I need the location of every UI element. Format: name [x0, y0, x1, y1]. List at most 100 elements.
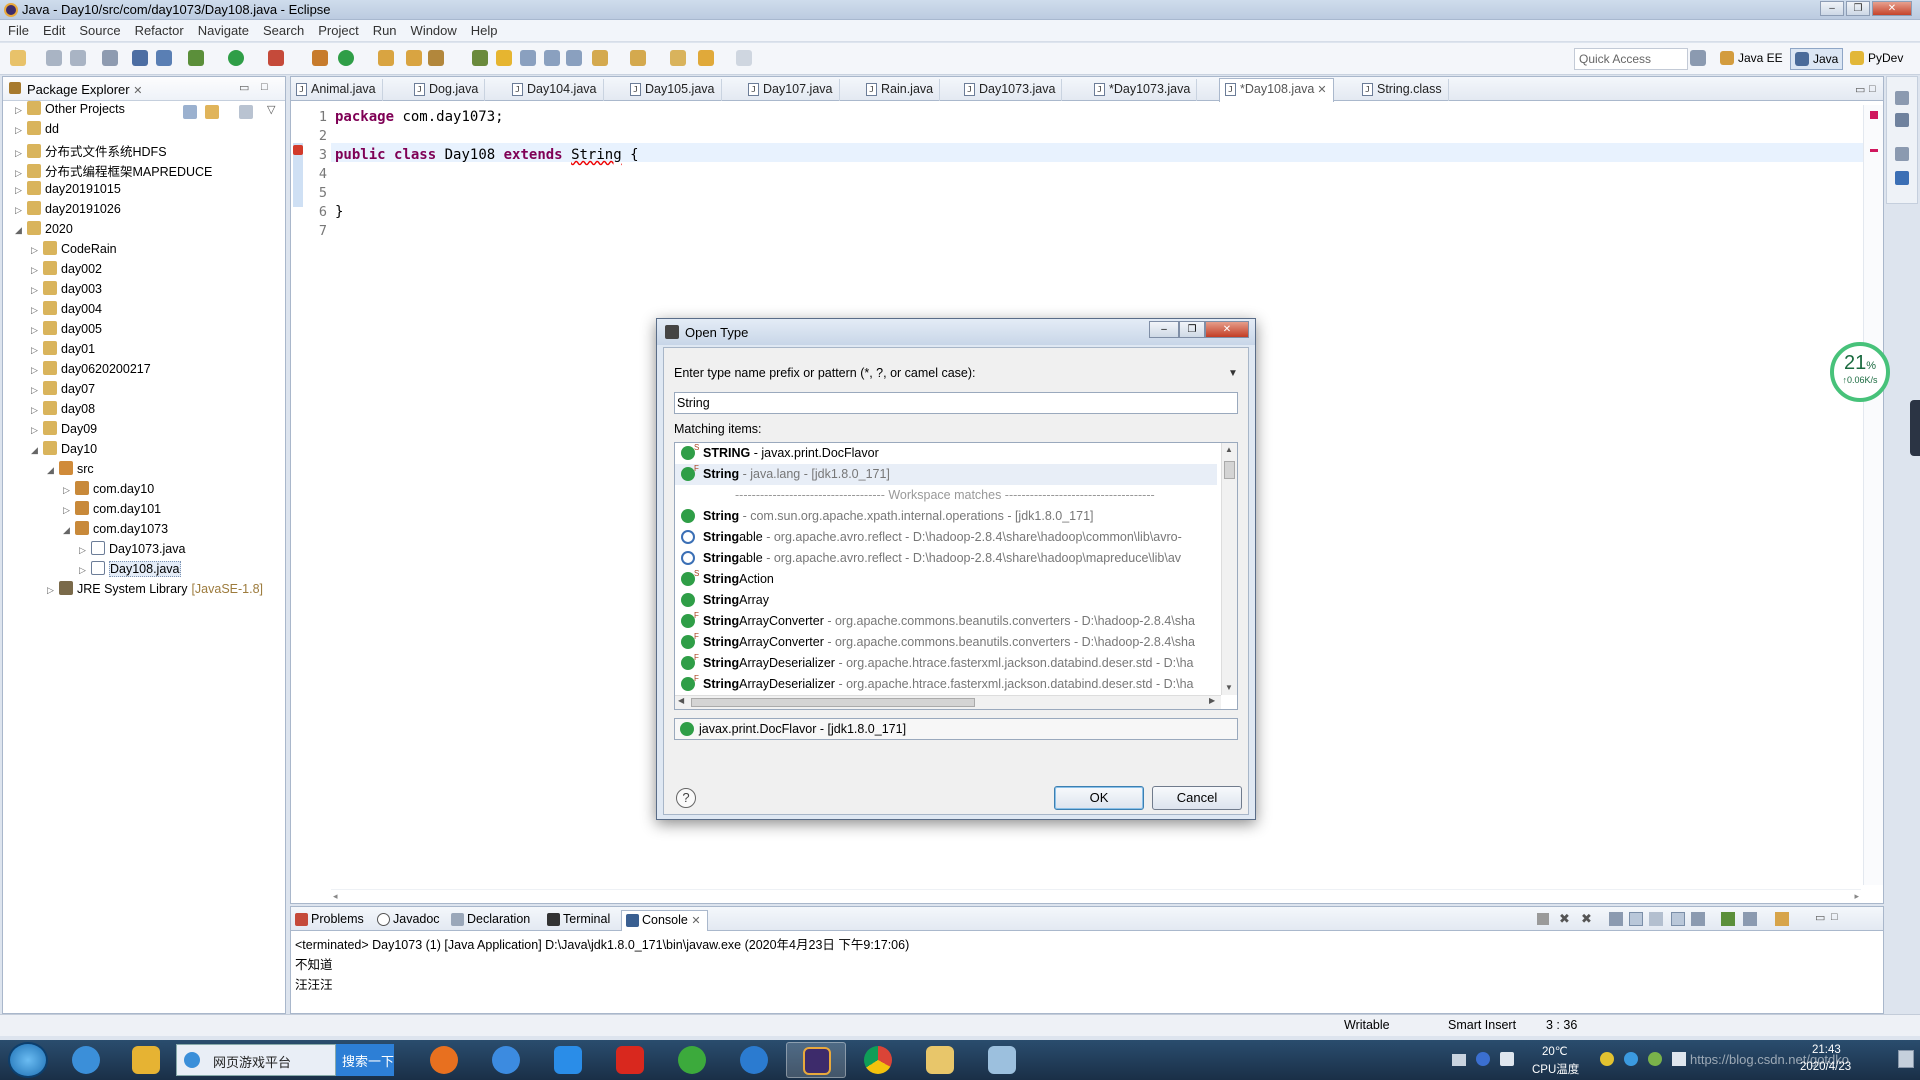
skip-breakpoints-icon[interactable] [156, 50, 172, 66]
filter-icon[interactable] [239, 105, 253, 119]
view-menu-icon[interactable]: ▽ [267, 103, 275, 116]
show-desktop-button[interactable] [1898, 1050, 1914, 1068]
perspective-java[interactable]: Java [1790, 48, 1844, 70]
link-editor-icon[interactable] [205, 105, 219, 119]
collapsed-arrow-icon[interactable]: ▷ [31, 265, 43, 276]
ime-icon[interactable] [1500, 1052, 1514, 1066]
open-console-icon[interactable] [1743, 912, 1757, 926]
collapsed-arrow-icon[interactable]: ▷ [31, 245, 43, 256]
taskbar-notepad[interactable] [972, 1042, 1032, 1078]
editor-tab[interactable]: J Day104.java [507, 79, 604, 101]
editor-tab[interactable]: J Day107.java [743, 79, 840, 101]
menu-edit[interactable]: Edit [35, 20, 71, 38]
tree-item[interactable]: ▷ day0620200217 [31, 361, 151, 381]
menu-help[interactable]: Help [463, 20, 504, 38]
quick-access-field[interactable]: Quick Access [1574, 48, 1688, 70]
collapsed-arrow-icon[interactable]: ▷ [79, 545, 91, 556]
menu-navigate[interactable]: Navigate [190, 20, 255, 38]
close-view-icon[interactable]: ✕ [133, 85, 142, 97]
open-folder-icon[interactable] [406, 50, 422, 66]
matching-item[interactable]: S StringAction [675, 569, 1217, 590]
back-icon[interactable] [698, 50, 714, 66]
help-tray-icon[interactable] [1476, 1052, 1490, 1066]
word-wrap-icon[interactable] [1649, 912, 1663, 926]
editor-tab[interactable]: J Day1073.java [959, 79, 1063, 101]
editor-tab[interactable]: J *Day108.java ✕ [1219, 78, 1334, 102]
editor-maximize-icon[interactable]: □ [1869, 83, 1876, 95]
matching-item[interactable]: F StringArrayDeserializer - org.apache.ht… [675, 674, 1217, 695]
network-tray-icon[interactable] [1672, 1052, 1686, 1066]
taskbar-chrome[interactable] [848, 1042, 908, 1078]
taskbar-360[interactable] [662, 1042, 722, 1078]
menu-file[interactable]: File [0, 20, 35, 38]
taskbar-youdao[interactable] [600, 1042, 660, 1078]
tree-item[interactable]: ▷ com.day101 [63, 501, 161, 521]
collapsed-arrow-icon[interactable]: ▷ [31, 365, 43, 376]
menu-search[interactable]: Search [255, 20, 310, 38]
hscroll-thumb[interactable] [691, 698, 975, 707]
matching-item[interactable]: S STRING - javax.print.DocFlavor [675, 443, 1217, 464]
tree-item[interactable]: ▷ day20191026 [15, 201, 121, 221]
keyboard-icon[interactable] [1452, 1054, 1466, 1066]
restore-icon[interactable] [1895, 91, 1909, 105]
collapsed-arrow-icon[interactable]: ▷ [31, 325, 43, 336]
minimize-button[interactable]: – [1820, 1, 1844, 16]
tab-declaration[interactable]: Declaration [447, 910, 536, 931]
tree-item[interactable]: ▷ day004 [31, 301, 102, 321]
coverage-icon[interactable] [268, 50, 284, 66]
cancel-button[interactable]: Cancel [1152, 786, 1242, 810]
next-annotation-icon[interactable] [592, 50, 608, 66]
list-hscrollbar[interactable]: ◀ ▶ [675, 695, 1221, 709]
editor-tab[interactable]: J *Day1073.java [1089, 79, 1198, 101]
tree-item[interactable]: ▷ CodeRain [31, 241, 117, 261]
collapsed-arrow-icon[interactable]: ▷ [15, 125, 27, 136]
tree-item[interactable]: ▷ Other Projects [15, 101, 125, 121]
tree-item[interactable]: ▷ com.day10 [63, 481, 154, 501]
mark-occurrences-icon[interactable] [496, 50, 512, 66]
clock-date[interactable]: 2020/4/23 [1800, 1061, 1851, 1073]
collapsed-arrow-icon[interactable]: ▷ [31, 345, 43, 356]
tree-item[interactable]: ◢ com.day1073 [63, 521, 168, 541]
editor-tab[interactable]: J Dog.java [409, 79, 486, 101]
perspective-java-ee[interactable]: Java EE [1716, 48, 1787, 70]
tree-item[interactable]: ▷ JRE System Library [JavaSE-1.8] [47, 581, 263, 601]
restore-icon-2[interactable] [1895, 147, 1909, 161]
menu-run[interactable]: Run [365, 20, 403, 38]
tab-javadoc[interactable]: Javadoc [373, 910, 446, 931]
collapsed-arrow-icon[interactable]: ▷ [31, 305, 43, 316]
tree-item[interactable]: ▷ day005 [31, 321, 102, 341]
taskbar-edge[interactable] [724, 1042, 784, 1078]
error-marker-icon[interactable] [293, 145, 303, 155]
matching-item[interactable]: Stringable - org.apache.avro.reflect - D… [675, 527, 1217, 548]
matching-item[interactable]: Stringable - org.apache.avro.reflect - D… [675, 548, 1217, 569]
editor-tab[interactable]: J String.class [1357, 79, 1449, 101]
terminate-icon[interactable] [1537, 913, 1549, 925]
tab-console[interactable]: Console ✕ [621, 910, 708, 931]
scroll-right-icon[interactable]: ▶ [1209, 696, 1215, 705]
save-icon[interactable] [46, 50, 62, 66]
menu-project[interactable]: Project [310, 20, 364, 38]
collapsed-arrow-icon[interactable]: ▷ [15, 148, 27, 159]
maximize-view-icon[interactable]: □ [261, 81, 268, 93]
network-speed-widget[interactable]: 21% ↑0.06K/s [1830, 342, 1890, 402]
tree-item[interactable]: ▷ Day09 [31, 421, 97, 441]
tab-problems[interactable]: Problems [291, 910, 370, 931]
editor-minimize-icon[interactable]: ▭ [1855, 83, 1865, 96]
close-window-button[interactable]: ✕ [1872, 1, 1912, 16]
collapsed-arrow-icon[interactable]: ▷ [15, 185, 27, 196]
matching-items-list[interactable]: S STRING - javax.print.DocFlavor F String -… [674, 442, 1238, 710]
console-output[interactable]: <terminated> Day1073 (1) [Java Applicati… [295, 935, 909, 995]
open-type-icon[interactable] [378, 50, 394, 66]
scroll-down-icon[interactable]: ▼ [1225, 683, 1233, 692]
collapsed-arrow-icon[interactable]: ▷ [15, 205, 27, 216]
clear-console-icon[interactable] [1609, 912, 1623, 926]
dialog-close-button[interactable]: ✕ [1205, 321, 1249, 338]
run-icon[interactable] [228, 50, 244, 66]
history-dropdown-icon[interactable]: ▼ [1228, 368, 1238, 379]
minimize-view-icon[interactable]: ▭ [239, 81, 249, 94]
list-vscrollbar[interactable]: ▲ ▼ [1221, 443, 1237, 695]
tree-item[interactable]: ▷ day07 [31, 381, 95, 401]
console-maximize-icon[interactable]: □ [1831, 911, 1838, 923]
console-minimize-icon[interactable]: ▭ [1815, 911, 1825, 924]
type-name-input[interactable] [674, 392, 1238, 414]
